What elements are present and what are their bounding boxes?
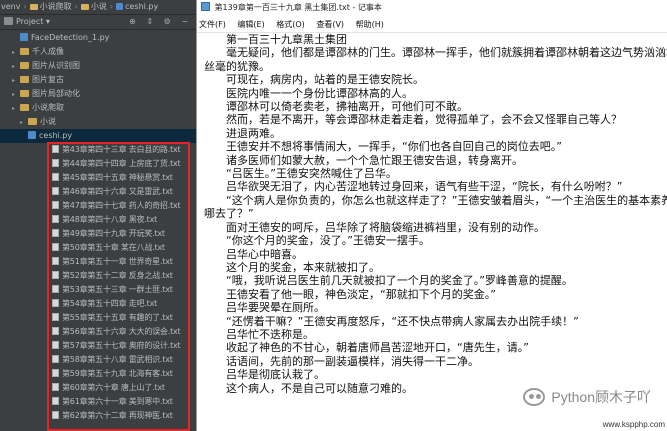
chevron-right-icon: › (74, 2, 78, 11)
wechat-icon (523, 388, 546, 406)
text-line: 然而，若是不离开，等会谭邵林走着走着，觉得孤单了，会不会又怪罪自己等人？ (204, 113, 622, 127)
tree-item[interactable]: FaceDetection_1.py (0, 31, 196, 45)
project-toolbar: Project ▾ ⊕ ⇕ ⚙ − (0, 15, 196, 30)
menu-edit[interactable]: 编辑(E) (237, 20, 264, 29)
chevron-right-icon[interactable]: ▸ (12, 60, 20, 73)
tree-item[interactable]: ▸ 图片复古 (0, 73, 196, 87)
text-line: 吕华要哭晕在厕所。 (204, 301, 325, 315)
text-line: 王德安看了他一眼，神色淡定，“那就扣下个月的奖金。” (204, 287, 496, 301)
python-file-icon (116, 3, 124, 10)
breadcrumb: venv › 小说爬取 › 小说 › ceshi.py (0, 0, 196, 15)
text-line: 哪去了？” (204, 207, 254, 221)
folder-icon (20, 76, 29, 83)
text-line: “你这个月的奖金，没了。”王德安一摆手。 (204, 234, 430, 248)
tree-item-label: FaceDetection_1.py (31, 33, 110, 42)
folder-icon (20, 62, 29, 69)
text-line: 进退两难。 (204, 126, 281, 140)
menu-format[interactable]: 格式(O) (276, 20, 305, 29)
folder-icon (80, 4, 89, 10)
text-line: “还愣着干嘛？”王德安再度怒斥，“还不快点带病人家属去办出院手续！” (204, 314, 579, 328)
text-line: 吕华欲哭无泪了，内心苦涩地转过身回来，语气有些干涩，“院长，有什么吩咐？” (204, 180, 623, 194)
breadcrumb-file[interactable]: ceshi.py (125, 0, 158, 14)
tree-item-label: 小说 (40, 117, 56, 126)
chevron-right-icon[interactable]: ▸ (12, 102, 20, 115)
text-line: 吕华忙不迭称是。 (204, 327, 314, 341)
text-line: 王德安并不想将事情闹大，一挥手，“你们也各自回自己的岗位去吧。” (204, 140, 562, 154)
text-line: 医院内唯一一个身份比谭邵林高的人。 (204, 86, 413, 100)
text-line: 面对王德安的呵斥，吕华除了将脑袋缩进裤裆里，没有别的动作。 (204, 220, 545, 234)
text-editor-area[interactable]: 第一百三十九章黑土集团 毫无疑问，他们都是谭邵林的门生。谭邵林一挥手，他们就簇拥… (197, 33, 667, 431)
notepad-window: 第139章第一百三十九章 黑土集团.txt - 记事本 文件(F) 编辑(E) … (196, 0, 667, 431)
text-line: “吕医生。”王德安突然喊住了吕华。 (204, 167, 397, 181)
text-line: 可现在，病房内，站着的是王德安院长。 (204, 73, 424, 87)
chevron-right-icon[interactable]: ▸ (12, 74, 20, 87)
red-highlight-box (47, 142, 190, 431)
tree-item[interactable]: ▸ 图片从识别图 (0, 59, 196, 73)
folder-icon (20, 104, 29, 111)
chevron-down-icon[interactable]: ▾ (46, 17, 50, 26)
text-line: 诸多医师们如蒙大赦，一个个急忙跟王德安告退，转身离开。 (204, 153, 523, 167)
text-line: “这个病人是你负责的，你怎么也就这样走了？”王德安皱着眉头，“一个主治医生的基本… (204, 193, 667, 207)
python-file-icon (28, 131, 36, 139)
toolbar-icons[interactable]: ⊕ ⇕ ⚙ − (129, 15, 192, 29)
notepad-app-icon (201, 2, 210, 11)
breadcrumb-novel[interactable]: 小说 (91, 0, 107, 14)
chevron-right-icon: › (109, 2, 114, 11)
text-line: 这个月的奖金，本来就被扣了。 (204, 260, 380, 274)
tree-item[interactable]: ceshi.py (0, 129, 196, 143)
window-title-bar: 第139章第一百三十九章 黑土集团.txt - 记事本 (197, 0, 667, 16)
ide-window: venv › 小说爬取 › 小说 › ceshi.py Project ▾ ⊕ ⇕ ⚙ − … (0, 0, 196, 431)
tree-item[interactable]: ▸ 图片局部动化 (0, 87, 196, 101)
text-line: 丝毫的犹豫。 (204, 59, 270, 73)
tree-item-label: 小说爬取 (32, 103, 64, 112)
text-line: 吕华心中暗喜。 (204, 247, 303, 261)
menu-view[interactable]: 查看(V) (316, 20, 344, 29)
chevron-right-icon: › (23, 2, 27, 11)
breadcrumb-venv[interactable]: venv (1, 0, 20, 14)
tree-item-label: 图片局部动化 (32, 89, 80, 98)
python-file-icon (20, 33, 28, 41)
folder-icon (28, 118, 37, 125)
watermark: Python顾木子吖 (523, 386, 651, 408)
tree-item-label: 图片从识别图 (32, 61, 80, 70)
breadcrumb-scraper[interactable]: 小说爬取 (40, 0, 72, 14)
text-line: 第一百三十九章黑土集团 (204, 33, 347, 46)
project-dropdown[interactable]: Project (16, 17, 43, 26)
tree-item[interactable]: ▸ 小说爬取 (0, 101, 196, 115)
watermark-text: Python顾木子吖 (551, 389, 651, 405)
tree-item[interactable]: ▸ 小说 (0, 115, 196, 129)
text-line: 毫无疑问，他们都是谭邵林的门生。谭邵林一挥手，他们就簇拥着谭邵林朝着这边气势汹汹… (225, 46, 667, 60)
folder-icon (20, 90, 29, 97)
menu-file[interactable]: 文件(F) (199, 20, 226, 29)
chevron-right-icon[interactable]: ▸ (12, 46, 20, 59)
menu-bar: 文件(F) 编辑(E) 格式(O) 查看(V) 帮助(H) (197, 16, 667, 33)
window-title: 第139章第一百三十九章 黑土集团.txt - 记事本 (214, 3, 382, 12)
watermark-url: www.kspphp.com (602, 420, 665, 429)
chevron-right-icon[interactable]: ▸ (20, 116, 28, 129)
text-line: 收起了神色的不甘心，朝着唐师昌苦涩地开口，“唐先生，请。” (204, 341, 529, 355)
tree-item-label: 千人成像 (32, 47, 64, 56)
text-line: 话语间，先前的那一副装逼模样，消失得一干二净。 (204, 354, 479, 368)
tree-item-label: 图片复古 (32, 75, 64, 84)
text-line: 吕华是彻底认栽了。 (204, 368, 325, 382)
chevron-right-icon[interactable]: ▸ (12, 88, 20, 101)
menu-help[interactable]: 帮助(H) (356, 20, 384, 29)
folder-icon (29, 4, 38, 10)
text-line: “哦，我听说吕医生前几天就被扣了一个月的奖金了。”罗峰善意的提醒。 (204, 274, 573, 288)
project-icon (4, 17, 13, 25)
tree-item[interactable]: ▸ 千人成像 (0, 45, 196, 59)
text-line: 谭邵林可以倚老卖老，拂袖离开，可他们可不敢。 (204, 100, 468, 114)
tree-item-label: ceshi.py (39, 131, 73, 140)
folder-icon (20, 48, 29, 55)
